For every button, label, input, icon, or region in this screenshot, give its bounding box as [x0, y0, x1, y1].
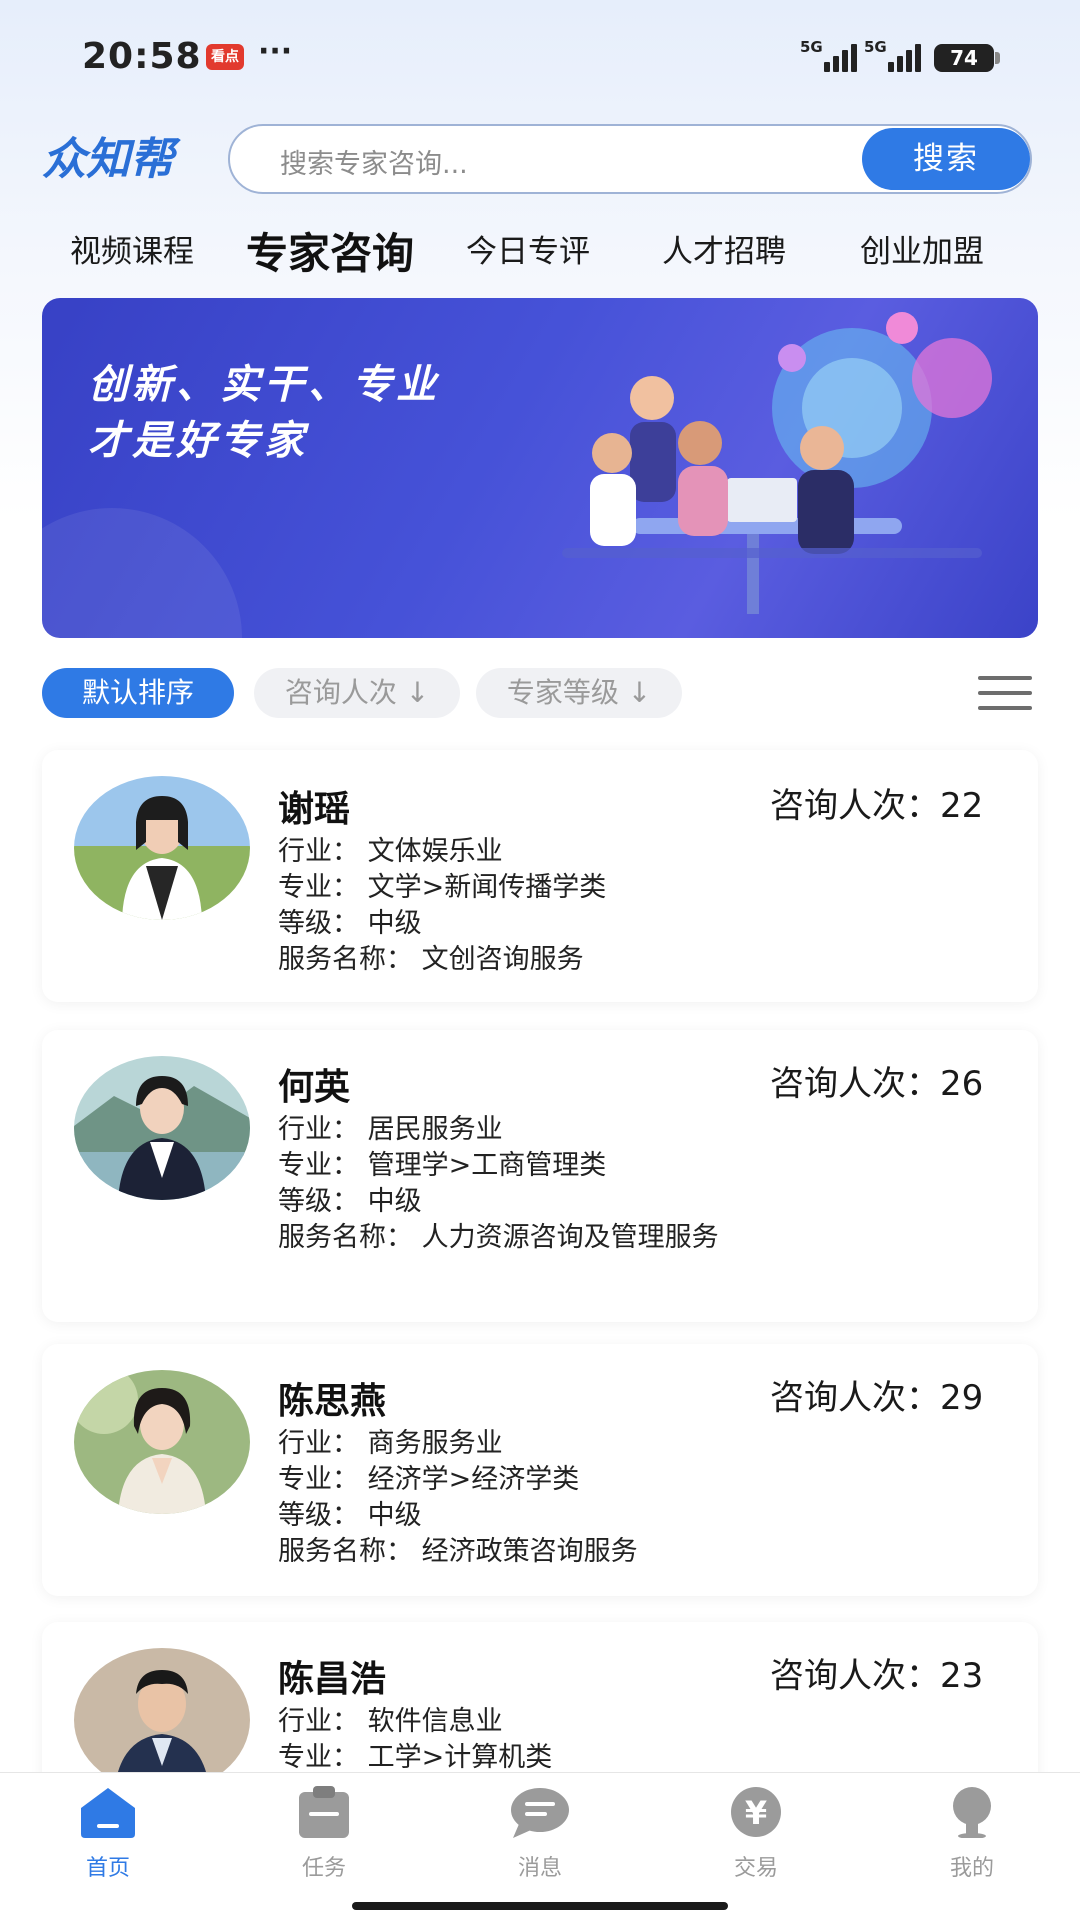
sort-consult-count-button[interactable]: 咨询人次 ↓ [254, 668, 460, 718]
nav-tasks[interactable]: 任务 [264, 1786, 384, 1882]
app-notification-icon: 看点 [206, 44, 244, 70]
consult-count: 咨询人次：26 [770, 1056, 983, 1105]
expert-industry: 行业： 商务服务业 [278, 1428, 503, 1459]
consult-count-value: 29 [940, 1378, 984, 1418]
expert-major: 专业： 文学>新闻传播学类 [278, 872, 607, 903]
consult-count: 咨询人次：22 [770, 778, 983, 827]
consult-count: 咨询人次：29 [770, 1370, 983, 1419]
chat-icon [507, 1786, 573, 1838]
expert-industry: 行业： 软件信息业 [278, 1706, 503, 1737]
team-meeting-illustration [562, 312, 992, 614]
status-time: 20:58 [82, 36, 202, 77]
nav-tasks-label: 任务 [301, 1856, 346, 1881]
expert-major: 专业： 经济学>经济学类 [278, 1464, 580, 1495]
expert-avatar [74, 776, 250, 920]
consult-count-value: 23 [940, 1656, 984, 1696]
consult-count-value: 22 [940, 786, 984, 826]
cellular-signal-icon: 5G [800, 38, 860, 72]
search-placeholder[interactable]: 搜索专家咨询... [280, 142, 468, 181]
network-type-label-2: 5G [864, 38, 887, 56]
expert-level: 等级： 中级 [278, 1500, 422, 1531]
expert-major: 专业： 工学>计算机类 [278, 1742, 553, 1773]
expert-major: 专业： 管理学>工商管理类 [278, 1150, 607, 1181]
nav-home-label: 首页 [85, 1856, 130, 1881]
expert-avatar [74, 1370, 250, 1514]
sort-default-button[interactable]: 默认排序 [42, 668, 234, 718]
svg-text:¥: ¥ [745, 1794, 767, 1832]
home-icon [75, 1786, 141, 1838]
tab-daily-review[interactable]: 今日专评 [466, 226, 590, 271]
clipboard-icon [291, 1786, 357, 1838]
tab-video-courses[interactable]: 视频课程 [70, 226, 194, 271]
expert-industry: 行业： 居民服务业 [278, 1114, 503, 1145]
cellular-signal-icon-2: 5G [864, 38, 924, 72]
expert-name: 何英 [278, 1067, 351, 1108]
consult-count-label: 咨询人次： [770, 1378, 940, 1418]
tab-expert-consult[interactable]: 专家咨询 [246, 220, 414, 281]
more-notifications-icon: ··· [258, 34, 293, 69]
profile-icon [939, 1786, 1005, 1839]
consult-count-label: 咨询人次： [770, 1064, 940, 1104]
network-type-label: 5G [800, 38, 823, 56]
nav-profile-label: 我的 [949, 1856, 994, 1881]
expert-industry: 行业： 文体娱乐业 [278, 836, 503, 867]
tab-franchise[interactable]: 创业加盟 [860, 226, 984, 271]
nav-transactions[interactable]: ¥ 交易 [696, 1786, 816, 1882]
expert-details: 行业： 商务服务业 专业： 经济学>经济学类 等级： 中级 服务名称： 经济政策… [278, 1426, 748, 1570]
nav-messages[interactable]: 消息 [480, 1786, 600, 1882]
battery-icon: 74 [934, 44, 994, 72]
expert-level: 等级： 中级 [278, 908, 422, 939]
expert-service: 服务名称： 人力资源咨询及管理服务 [278, 1222, 719, 1253]
sort-expert-level-button[interactable]: 专家等级 ↓ [476, 668, 682, 718]
yuan-icon: ¥ [723, 1786, 789, 1838]
consult-count-label: 咨询人次： [770, 1656, 940, 1696]
expert-details: 行业： 居民服务业 专业： 管理学>工商管理类 等级： 中级 服务名称： 人力资… [278, 1112, 748, 1256]
consult-count: 咨询人次：23 [770, 1648, 983, 1697]
consult-count-label: 咨询人次： [770, 786, 940, 826]
banner-headline: 创新、实干、专业 [88, 362, 440, 408]
expert-name: 谢瑶 [278, 789, 351, 830]
menu-icon[interactable] [978, 674, 1032, 712]
nav-messages-label: 消息 [517, 1856, 562, 1881]
banner-subheadline: 才是好专家 [88, 418, 308, 464]
home-indicator[interactable] [352, 1902, 728, 1910]
nav-profile[interactable]: 我的 [912, 1786, 1032, 1882]
promo-banner[interactable]: 创新、实干、专业 才是好专家 [42, 298, 1038, 638]
tab-recruitment[interactable]: 人才招聘 [662, 226, 786, 271]
expert-name: 陈思燕 [278, 1381, 387, 1422]
expert-service: 服务名称： 经济政策咨询服务 [278, 1536, 638, 1567]
expert-name: 陈昌浩 [278, 1659, 387, 1700]
search-button[interactable]: 搜索 [862, 128, 1030, 190]
consult-count-value: 26 [940, 1064, 984, 1104]
expert-avatar [74, 1056, 250, 1200]
expert-details: 行业： 软件信息业 专业： 工学>计算机类 [278, 1704, 748, 1776]
expert-details: 行业： 文体娱乐业 专业： 文学>新闻传播学类 等级： 中级 服务名称： 文创咨… [278, 834, 748, 978]
battery-tip [995, 52, 1000, 64]
expert-level: 等级： 中级 [278, 1186, 422, 1217]
app-logo: 众知帮 [42, 132, 220, 185]
expert-avatar [74, 1648, 250, 1792]
expert-service: 服务名称： 文创咨询服务 [278, 944, 584, 975]
app-logo-text: 众知帮 [42, 134, 181, 184]
nav-transactions-label: 交易 [733, 1856, 778, 1881]
nav-home[interactable]: 首页 [48, 1786, 168, 1882]
